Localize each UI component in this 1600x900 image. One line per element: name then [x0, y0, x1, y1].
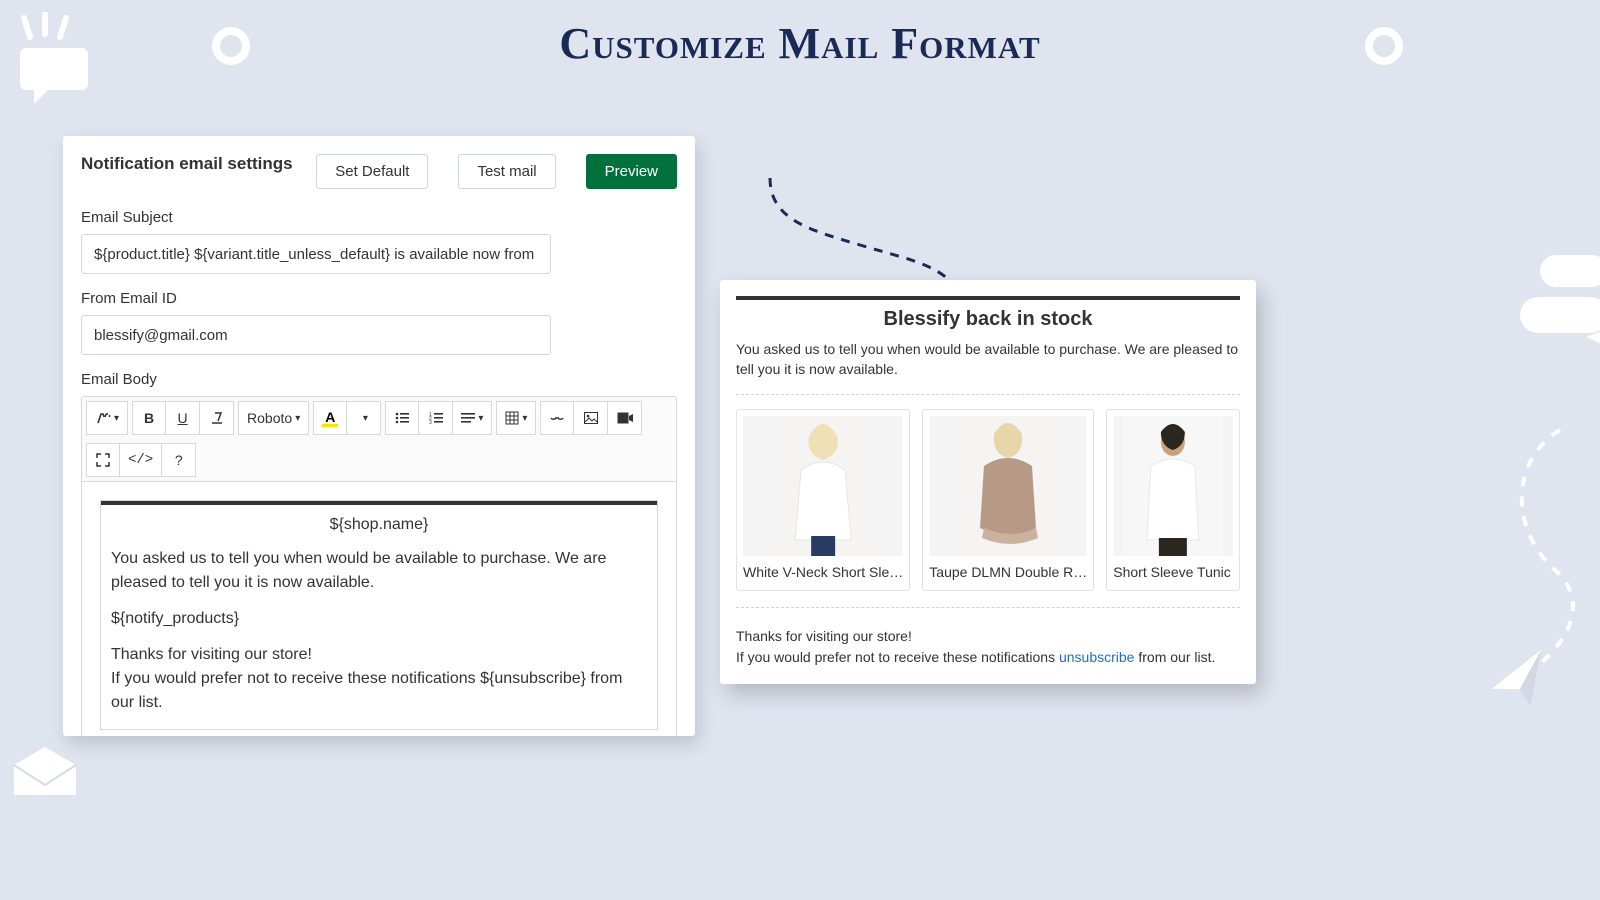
envelope-icon	[10, 745, 80, 805]
product-name: Taupe DLMN Double R…	[929, 564, 1087, 580]
preview-button[interactable]: Preview	[586, 154, 677, 189]
template-notify-products: ${notify_products}	[111, 607, 647, 631]
preview-title: Blessify back in stock	[736, 308, 1240, 331]
preview-products: White V-Neck Short Sle… Taupe DLMN Doubl…	[736, 409, 1240, 591]
rich-text-editor: ▾ B U Roboto▾ A ▾	[81, 396, 677, 736]
chat-bubbles-icon	[1490, 245, 1600, 365]
template-thanks: Thanks for visiting our store!	[111, 643, 647, 667]
font-family-dropdown[interactable]: Roboto▾	[238, 401, 309, 435]
paper-plane-icon	[1320, 420, 1580, 720]
email-body-label: Email Body	[81, 371, 677, 388]
settings-title: Notification email settings	[81, 154, 306, 174]
email-subject-label: Email Subject	[81, 209, 677, 226]
unsubscribe-link[interactable]: unsubscribe	[1059, 649, 1135, 665]
preview-thanks: Thanks for visiting our store!	[736, 626, 1240, 647]
svg-text:3: 3	[429, 420, 432, 425]
help-button[interactable]: ?	[162, 443, 196, 477]
product-image	[743, 416, 903, 556]
product-card: Short Sleeve Tunic	[1106, 409, 1240, 591]
template-intro: You asked us to tell you when would be a…	[111, 547, 647, 595]
underline-button[interactable]: U	[166, 401, 200, 435]
template-unsubscribe: If you would prefer not to receive these…	[111, 667, 647, 715]
code-view-button[interactable]: </>	[120, 443, 162, 477]
preview-unsubscribe-line: If you would prefer not to receive these…	[736, 647, 1240, 668]
product-image	[929, 416, 1087, 556]
table-dropdown[interactable]: ▾	[496, 401, 536, 435]
template-shop-name: ${shop.name}	[101, 505, 657, 541]
clear-format-button[interactable]	[200, 401, 234, 435]
preview-panel: Blessify back in stock You asked us to t…	[720, 280, 1256, 684]
product-name: Short Sleeve Tunic	[1113, 564, 1233, 580]
text-color-button[interactable]: A	[313, 401, 347, 435]
editor-toolbar: ▾ B U Roboto▾ A ▾	[82, 397, 676, 482]
email-subject-input[interactable]	[81, 234, 551, 274]
preview-intro: You asked us to tell you when would be a…	[736, 339, 1240, 380]
from-email-label: From Email ID	[81, 290, 677, 307]
product-image	[1113, 416, 1233, 556]
video-button[interactable]	[608, 401, 642, 435]
text-color-dropdown[interactable]: ▾	[347, 401, 381, 435]
ordered-list-button[interactable]: 123	[419, 401, 453, 435]
product-card: White V-Neck Short Sle…	[736, 409, 910, 591]
font-family-label: Roboto	[247, 410, 292, 426]
image-button[interactable]	[574, 401, 608, 435]
circle-icon	[1363, 25, 1405, 67]
product-name: White V-Neck Short Sle…	[743, 564, 903, 580]
style-dropdown[interactable]: ▾	[86, 401, 128, 435]
set-default-button[interactable]: Set Default	[316, 154, 428, 189]
editor-body[interactable]: ${shop.name} You asked us to tell you wh…	[82, 482, 676, 736]
bold-button[interactable]: B	[132, 401, 166, 435]
test-mail-button[interactable]: Test mail	[458, 154, 555, 189]
link-button[interactable]	[540, 401, 574, 435]
settings-panel: Notification email settings Set Default …	[63, 136, 695, 736]
product-card: Taupe DLMN Double R…	[922, 409, 1094, 591]
circle-icon	[210, 25, 252, 67]
chat-bubble-icon	[18, 40, 93, 110]
paragraph-dropdown[interactable]: ▾	[453, 401, 492, 435]
deco-rays-icon	[20, 12, 70, 42]
fullscreen-button[interactable]	[86, 443, 120, 477]
from-email-input[interactable]	[81, 315, 551, 355]
unordered-list-button[interactable]	[385, 401, 419, 435]
